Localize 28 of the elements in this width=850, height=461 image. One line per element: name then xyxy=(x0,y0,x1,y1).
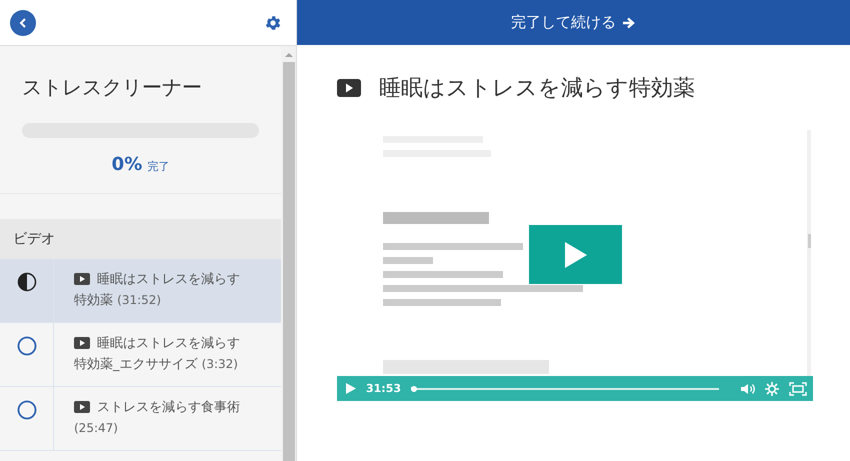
lesson-title: 睡眠はストレスを減らす特効薬_エクササイズ (3:32) xyxy=(73,335,241,374)
back-button[interactable] xyxy=(10,10,36,36)
progress-percent: 0% xyxy=(112,154,142,175)
lecture-title: 睡眠はストレスを減らす特効薬 xyxy=(379,75,695,103)
video-icon xyxy=(74,273,90,285)
video-icon xyxy=(337,79,361,97)
play-icon[interactable] xyxy=(346,383,356,394)
volume-icon[interactable] xyxy=(741,382,755,394)
lesson-title: ストレスを減らす食事術 (25:47) xyxy=(73,399,241,437)
settings-icon[interactable] xyxy=(264,14,282,32)
video-time: 31:53 xyxy=(366,382,402,395)
section-header: ビデオ xyxy=(0,219,281,259)
lesson-title: 睡眠はストレスを減らす特効薬 (31:52) xyxy=(73,271,241,310)
play-button[interactable] xyxy=(529,225,622,284)
course-title: ストレスクリーナー xyxy=(22,74,203,101)
video-icon xyxy=(74,401,90,413)
scrollbar-thumb[interactable] xyxy=(282,62,294,461)
arrow-right-icon xyxy=(622,16,636,30)
progress-label: 完了 xyxy=(147,160,170,173)
lesson-item[interactable]: ストレスを減らす食事術 (25:47) xyxy=(0,387,281,451)
lesson-item[interactable]: 睡眠はストレスを減らす特効薬_エクササイズ (3:32) xyxy=(0,323,281,387)
video-icon xyxy=(74,337,90,349)
settings-icon[interactable] xyxy=(765,382,779,396)
complete-continue-button[interactable]: 完了して続ける xyxy=(503,9,644,36)
fullscreen-icon[interactable] xyxy=(789,382,807,396)
scroll-up-icon[interactable] xyxy=(284,52,292,58)
play-icon xyxy=(564,242,586,268)
lesson-item[interactable]: 睡眠はストレスを減らす特効薬 (31:52) xyxy=(0,259,281,323)
